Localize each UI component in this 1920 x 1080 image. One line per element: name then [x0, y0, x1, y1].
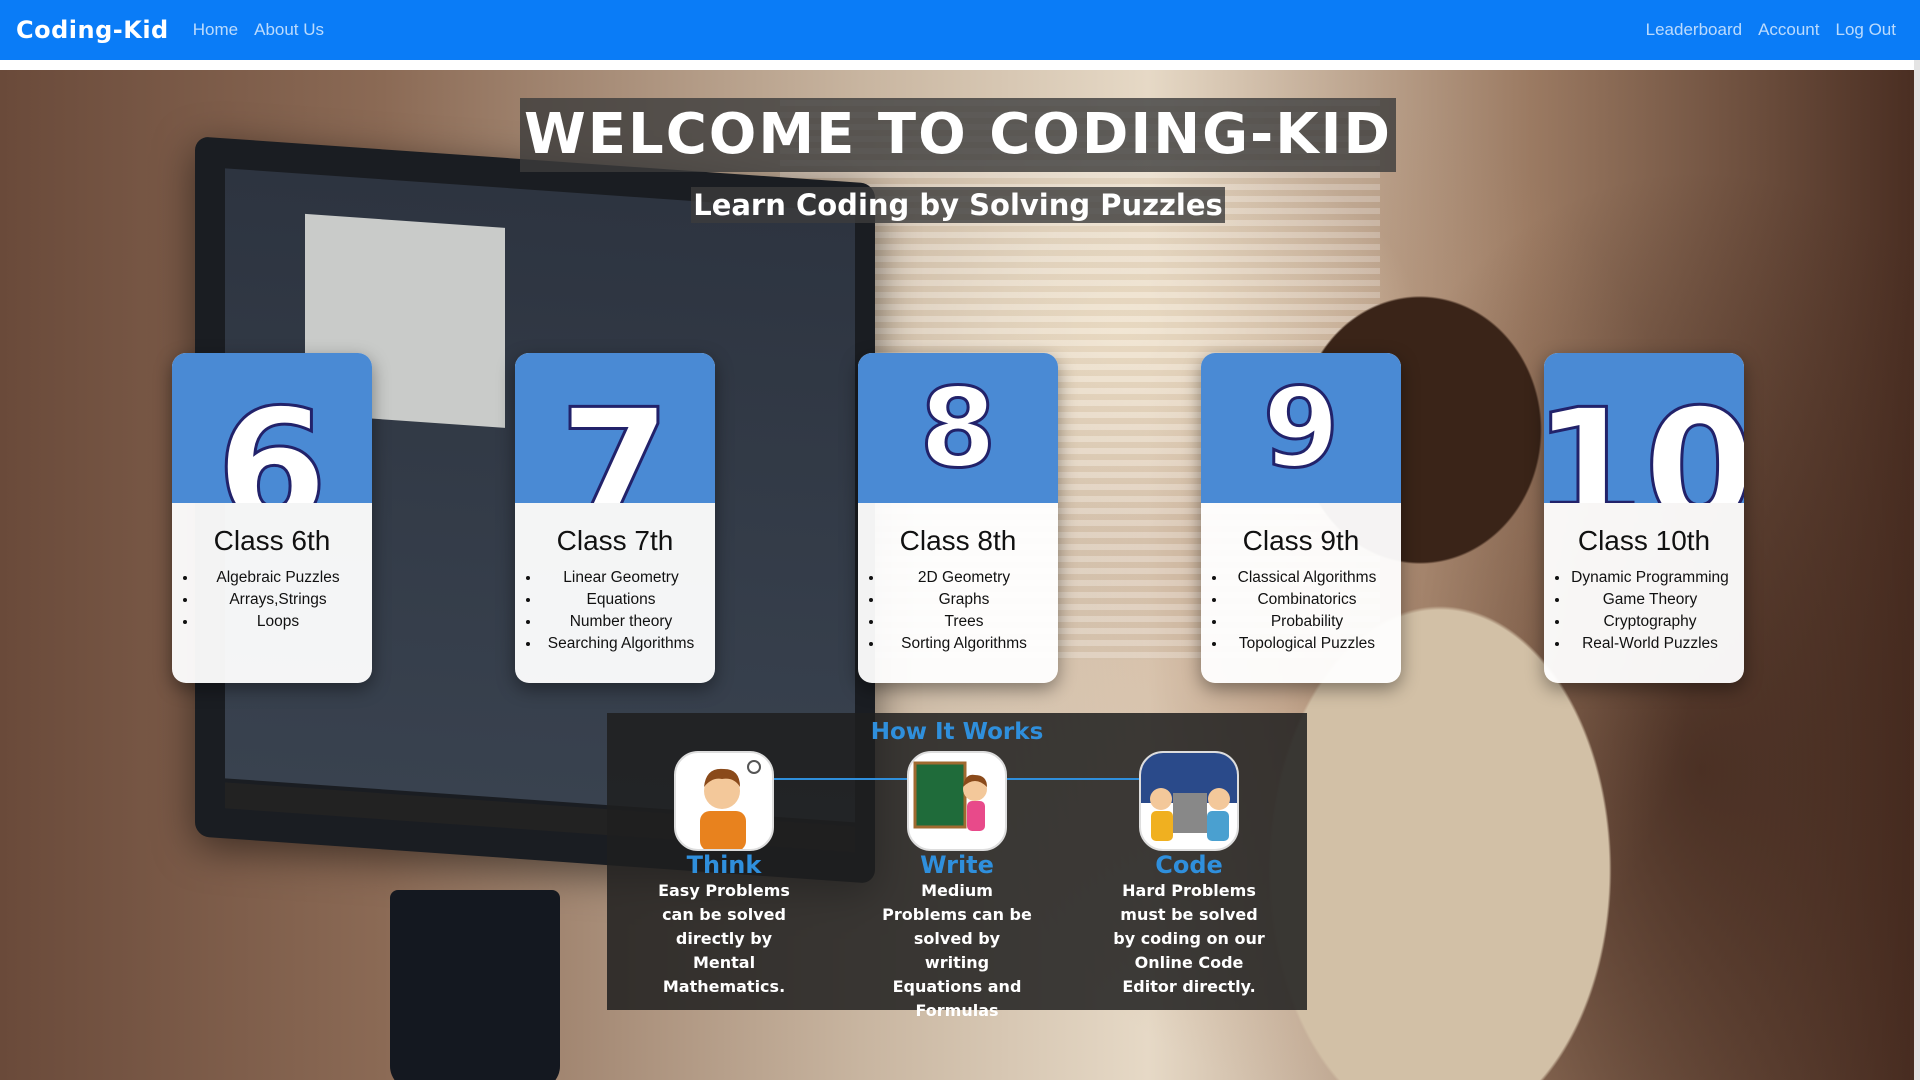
- class-number-icon: 10: [1544, 374, 1744, 503]
- topic-list: Dynamic Programming Game Theory Cryptogr…: [1544, 567, 1744, 655]
- step-write: Write Medium Problems can be solved by w…: [877, 751, 1037, 1023]
- topic-item: Dynamic Programming: [1570, 567, 1730, 589]
- class-card-9th[interactable]: 9 Class 9th Classical Algorithms Combina…: [1201, 353, 1401, 683]
- step-description: Hard Problems must be solved by coding o…: [1113, 881, 1265, 996]
- topic-list: Algebraic Puzzles Arrays,Strings Loops: [172, 567, 372, 633]
- class-card-image: 6: [172, 353, 372, 503]
- step-think: Think Easy Problems can be solved direct…: [644, 751, 804, 999]
- nav-link-log-out[interactable]: Log Out: [1836, 20, 1897, 40]
- step-description: Medium Problems can be solved by writing…: [882, 881, 1032, 1020]
- thinking-boy-icon: [674, 751, 774, 851]
- class-number-icon: 6: [215, 374, 329, 503]
- topic-item: Game Theory: [1570, 589, 1730, 611]
- hero-title-wrap: WELCOME TO CODING-KID: [508, 98, 1408, 172]
- topic-item: Classical Algorithms: [1227, 567, 1387, 589]
- topic-list: 2D Geometry Graphs Trees Sorting Algorit…: [858, 567, 1058, 655]
- brand-logo[interactable]: Coding-Kid: [16, 16, 169, 44]
- how-it-works-panel: How It Works Think Easy Problems can be …: [607, 713, 1307, 1020]
- class-card-title: Class 10th: [1577, 525, 1711, 556]
- hero-subtitle: Learn Coding by Solving Puzzles: [691, 187, 1225, 223]
- background-mug: [390, 890, 560, 1080]
- topic-item: Linear Geometry: [541, 567, 701, 589]
- topic-item: Sorting Algorithms: [884, 633, 1044, 655]
- class-card-image: 7: [515, 353, 715, 503]
- step-code: Code Hard Problems must be solved by cod…: [1109, 751, 1269, 999]
- navbar-right-group: Leaderboard Account Log Out: [1630, 20, 1896, 40]
- teacher-chalkboard-icon: [907, 751, 1007, 851]
- topic-item: Probability: [1227, 611, 1387, 633]
- nav-link-account[interactable]: Account: [1758, 20, 1819, 40]
- class-card-image: 8: [858, 353, 1058, 503]
- topic-item: Topological Puzzles: [1227, 633, 1387, 655]
- class-card-10th[interactable]: 10 Class 10th Dynamic Programming Game T…: [1544, 353, 1744, 683]
- topic-item: 2D Geometry: [884, 567, 1044, 589]
- nav-link-home[interactable]: Home: [193, 20, 238, 40]
- topic-item: Cryptography: [1570, 611, 1730, 633]
- class-card-image: 9: [1201, 353, 1401, 503]
- topic-item: Searching Algorithms: [541, 633, 701, 655]
- class-card-title: Class 6th: [213, 525, 331, 556]
- class-number-icon: 7: [558, 374, 672, 503]
- class-number-icon: 9: [1261, 364, 1341, 492]
- page-scrollbar[interactable]: [1914, 60, 1920, 1080]
- class-card-image: 10: [1544, 353, 1744, 503]
- topic-item: Arrays,Strings: [198, 589, 358, 611]
- topic-item: Number theory: [541, 611, 701, 633]
- hero-subtitle-wrap: Learn Coding by Solving Puzzles: [508, 187, 1408, 223]
- class-card-title: Class 9th: [1242, 525, 1360, 556]
- class-card-title: Class 7th: [556, 525, 674, 556]
- topic-list: Linear Geometry Equations Number theory …: [515, 567, 715, 655]
- navbar: Coding-Kid Home About Us Leaderboard Acc…: [0, 0, 1920, 60]
- nav-link-about-us[interactable]: About Us: [254, 20, 324, 40]
- class-number-icon: 8: [918, 364, 998, 492]
- topic-item: Graphs: [884, 589, 1044, 611]
- topic-item: Trees: [884, 611, 1044, 633]
- nav-link-leaderboard[interactable]: Leaderboard: [1646, 20, 1742, 40]
- how-it-works-title: How It Works: [870, 719, 1044, 745]
- topic-item: Algebraic Puzzles: [198, 567, 358, 589]
- step-name: Write: [920, 851, 994, 879]
- kids-coding-icon: [1139, 751, 1239, 851]
- class-card-6th[interactable]: 6 Class 6th Algebraic Puzzles Arrays,Str…: [172, 353, 372, 683]
- class-card-7th[interactable]: 7 Class 7th Linear Geometry Equations Nu…: [515, 353, 715, 683]
- step-name: Think: [686, 851, 762, 879]
- hero-title: WELCOME TO CODING-KID: [520, 98, 1396, 172]
- class-card-title: Class 8th: [899, 525, 1017, 556]
- topic-item: Combinatorics: [1227, 589, 1387, 611]
- step-name: Code: [1155, 851, 1223, 879]
- topic-list: Classical Algorithms Combinatorics Proba…: [1201, 567, 1401, 655]
- topic-item: Equations: [541, 589, 701, 611]
- topic-item: Loops: [198, 611, 358, 633]
- class-card-8th[interactable]: 8 Class 8th 2D Geometry Graphs Trees Sor…: [858, 353, 1058, 683]
- step-description: Easy Problems can be solved directly by …: [658, 881, 790, 996]
- topic-item: Real-World Puzzles: [1570, 633, 1730, 655]
